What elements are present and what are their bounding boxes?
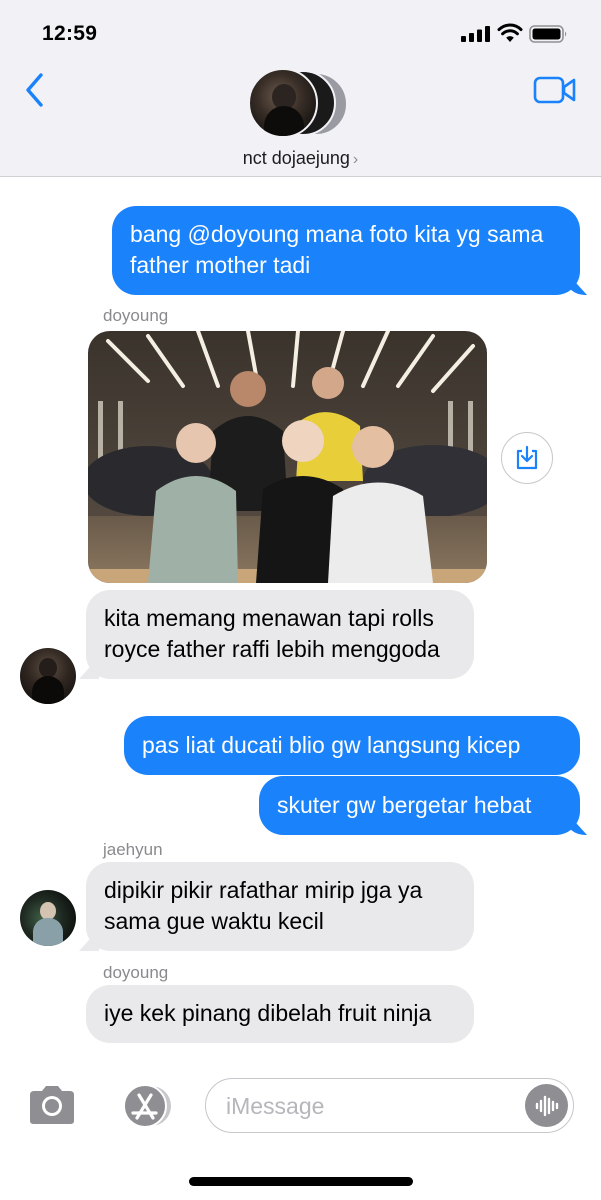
group-avatar-1	[248, 68, 318, 138]
cellular-signal-icon	[461, 26, 490, 42]
status-time: 12:59	[42, 22, 98, 45]
save-photo-button[interactable]	[501, 432, 553, 484]
status-bar: 12:59	[0, 0, 601, 62]
wifi-icon	[497, 23, 523, 42]
audio-message-button[interactable]	[525, 1084, 568, 1127]
outgoing-message-bubble[interactable]: skuter gw bergetar hebat	[259, 776, 580, 835]
group-photo-image	[88, 331, 487, 583]
message-text: pas liat ducati blio gw langsung kicep	[142, 732, 521, 758]
home-indicator[interactable]	[189, 1177, 413, 1186]
video-camera-icon[interactable]	[533, 76, 577, 104]
chat-name-label: nct dojaejung	[242, 148, 350, 168]
conversation-header: nct dojaejung ›	[0, 62, 601, 177]
message-text: dipikir pikir rafathar mirip jga ya sama…	[104, 877, 423, 934]
sender-name: jaehyun	[103, 840, 163, 859]
outgoing-message-bubble[interactable]: pas liat ducati blio gw langsung kicep	[124, 716, 580, 775]
message-text: kita memang menawan tapi rolls royce fat…	[104, 605, 440, 662]
battery-icon	[529, 25, 567, 43]
sender-avatar[interactable]	[20, 890, 76, 946]
message-text: iye kek pinang dibelah fruit ninja	[104, 1000, 432, 1026]
group-avatar-stack[interactable]	[248, 68, 358, 138]
sender-name: doyoung	[103, 963, 169, 982]
message-text: bang @doyoung mana foto kita yg sama fat…	[130, 221, 544, 278]
download-icon	[516, 445, 538, 470]
incoming-message-bubble[interactable]: iye kek pinang dibelah fruit ninja	[86, 985, 474, 1043]
chevron-right-icon: ›	[352, 151, 359, 168]
message-input[interactable]	[226, 1089, 516, 1123]
outgoing-message-bubble[interactable]: bang @doyoung mana foto kita yg sama fat…	[112, 206, 580, 295]
incoming-message-bubble[interactable]: dipikir pikir rafathar mirip jga ya sama…	[86, 862, 474, 951]
message-input-field[interactable]	[205, 1078, 574, 1133]
message-text: skuter gw bergetar hebat	[277, 792, 532, 818]
photo-attachment[interactable]	[88, 331, 487, 583]
audio-waveform-icon	[535, 1095, 558, 1116]
chat-name[interactable]: nct dojaejung ›	[0, 148, 601, 169]
back-chevron-icon[interactable]	[22, 72, 48, 108]
sender-name: doyoung	[103, 306, 169, 325]
camera-icon[interactable]	[26, 1083, 78, 1127]
sender-avatar[interactable]	[20, 648, 76, 704]
incoming-message-bubble[interactable]: kita memang menawan tapi rolls royce fat…	[86, 590, 474, 679]
app-store-icon[interactable]	[113, 1082, 173, 1130]
